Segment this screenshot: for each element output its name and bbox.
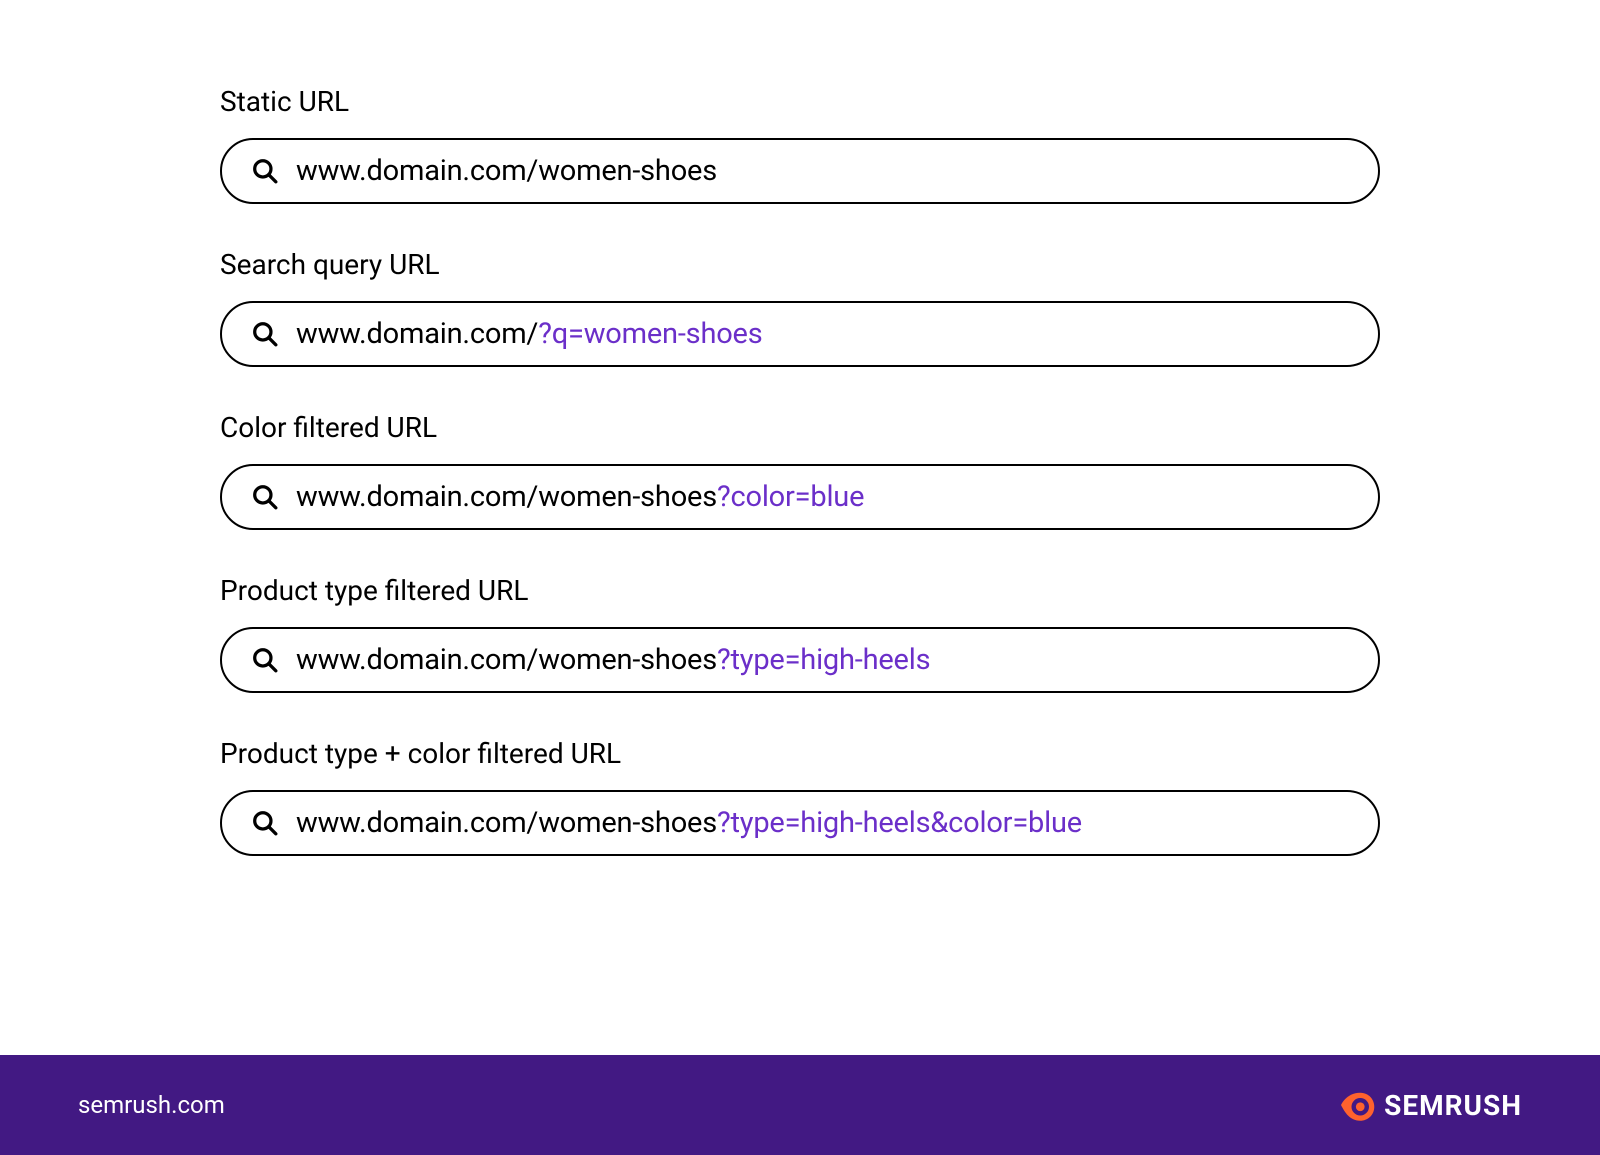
url-example-product-type-filtered: Product type filtered URL www.domain.com… (220, 574, 1380, 693)
url-text: www.domain.com/women-shoes (296, 154, 717, 188)
url-query-part: ?type=high-heels&color=blue (717, 806, 1082, 840)
url-label: Static URL (220, 85, 1380, 118)
url-text: www.domain.com/?q=women-shoes (296, 317, 763, 351)
url-label: Search query URL (220, 248, 1380, 281)
url-text: www.domain.com/women-shoes?type=high-hee… (296, 806, 1082, 840)
search-icon (252, 647, 278, 673)
url-query-part: ?type=high-heels (717, 643, 930, 677)
content-area: Static URL www.domain.com/women-shoes Se… (0, 0, 1600, 1055)
url-label: Product type + color filtered URL (220, 737, 1380, 770)
url-pill: www.domain.com/women-shoes?color=blue (220, 464, 1380, 530)
url-base-part: www.domain.com/women-shoes (296, 154, 717, 188)
url-query-part: ?color=blue (717, 480, 864, 514)
url-base-part: www.domain.com/women-shoes (296, 643, 717, 677)
url-pill: www.domain.com/women-shoes?type=high-hee… (220, 790, 1380, 856)
logo-text: SEMRUSH (1384, 1089, 1522, 1122)
url-example-search-query: Search query URL www.domain.com/?q=women… (220, 248, 1380, 367)
search-icon (252, 810, 278, 836)
url-pill: www.domain.com/women-shoes?type=high-hee… (220, 627, 1380, 693)
search-icon (252, 484, 278, 510)
url-text: www.domain.com/women-shoes?type=high-hee… (296, 643, 930, 677)
url-base-part: www.domain.com/women-shoes (296, 806, 717, 840)
footer-bar: semrush.com SEMRUSH (0, 1055, 1600, 1155)
url-example-color-filtered: Color filtered URL www.domain.com/women-… (220, 411, 1380, 530)
fireball-icon (1334, 1084, 1376, 1126)
footer-domain-text: semrush.com (78, 1091, 225, 1119)
url-example-combined-filtered: Product type + color filtered URL www.do… (220, 737, 1380, 856)
url-pill: www.domain.com/women-shoes (220, 138, 1380, 204)
search-icon (252, 158, 278, 184)
semrush-logo: SEMRUSH (1334, 1084, 1522, 1126)
url-text: www.domain.com/women-shoes?color=blue (296, 480, 864, 514)
url-example-static: Static URL www.domain.com/women-shoes (220, 85, 1380, 204)
url-query-part: ?q=women-shoes (538, 317, 762, 351)
url-base-part: www.domain.com/ (296, 317, 538, 351)
url-base-part: www.domain.com/women-shoes (296, 480, 717, 514)
url-label: Product type filtered URL (220, 574, 1380, 607)
url-label: Color filtered URL (220, 411, 1380, 444)
search-icon (252, 321, 278, 347)
url-pill: www.domain.com/?q=women-shoes (220, 301, 1380, 367)
